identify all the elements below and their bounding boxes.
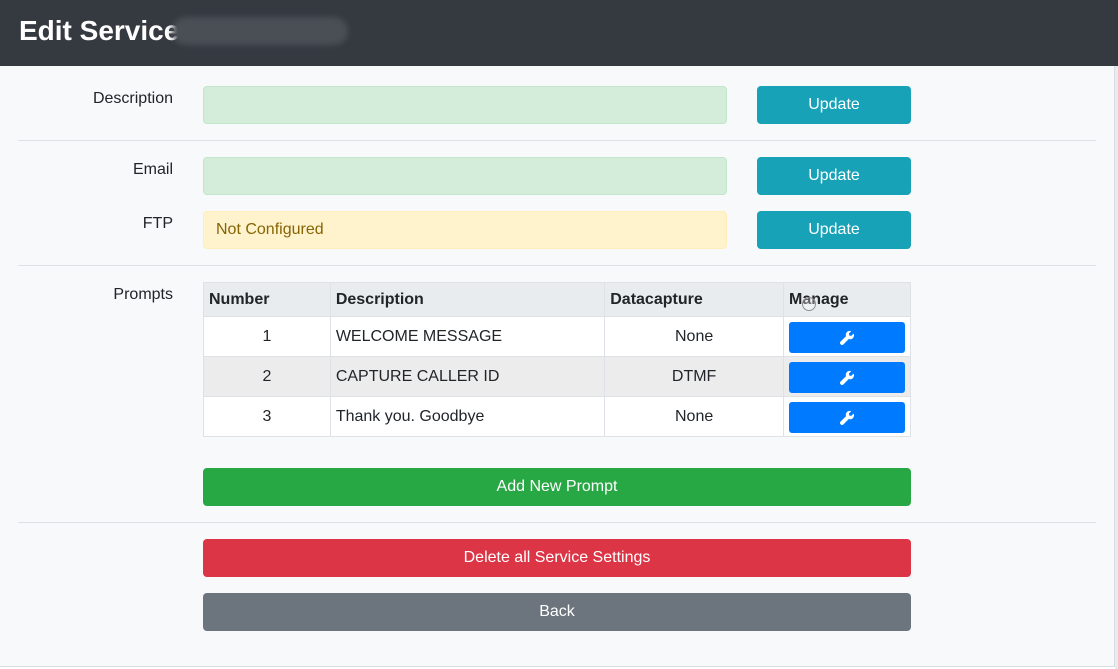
manage-cell [782, 316, 912, 357]
prompt-number: 2 [203, 356, 331, 397]
prompt-number: 1 [203, 316, 331, 357]
prompt-datacapture: None [604, 316, 784, 357]
description-label: Description [92, 90, 173, 107]
column-header-number: Number [203, 282, 331, 317]
divider [18, 140, 1096, 141]
manage-cell [782, 356, 912, 397]
email-field[interactable] [203, 157, 727, 195]
prompt-description: CAPTURE CALLER ID [329, 356, 606, 397]
page-title: Edit Service [19, 15, 180, 46]
ftp-label: FTP [142, 215, 173, 232]
mouse-cursor [802, 297, 816, 311]
add-new-prompt-button[interactable]: Add New Prompt [203, 468, 911, 506]
divider [18, 522, 1096, 523]
email-label: Email [132, 161, 173, 178]
wrench-icon [839, 370, 855, 385]
prompt-description: Thank you. Goodbye [329, 396, 606, 437]
column-header-description: Description [329, 282, 606, 317]
update-ftp-button[interactable]: Update [757, 211, 911, 249]
divider [18, 265, 1096, 266]
column-header-datacapture: Datacapture [604, 282, 784, 317]
table-row: 2 CAPTURE CALLER ID DTMF [203, 356, 912, 397]
wrench-icon [839, 330, 855, 345]
prompts-label: Prompts [113, 286, 173, 303]
manage-prompt-button[interactable] [788, 321, 905, 353]
prompt-datacapture: DTMF [604, 356, 784, 397]
update-description-button[interactable]: Update [757, 86, 911, 124]
update-email-button[interactable]: Update [757, 157, 911, 195]
prompt-number: 3 [203, 396, 331, 437]
ftp-field[interactable]: Not Configured [203, 211, 727, 249]
table-row: 3 Thank you. Goodbye None [203, 396, 912, 437]
delete-all-settings-button[interactable]: Delete all Service Settings [203, 539, 911, 577]
manage-prompt-button[interactable] [788, 401, 905, 433]
wrench-icon [839, 410, 855, 425]
prompt-description: WELCOME MESSAGE [329, 316, 606, 357]
prompt-datacapture: None [604, 396, 784, 437]
back-button[interactable]: Back [203, 593, 911, 631]
manage-prompt-button[interactable] [788, 361, 905, 393]
manage-cell [782, 396, 912, 437]
description-field[interactable] [203, 86, 727, 124]
page-header: Edit Service [0, 0, 1118, 66]
table-row: 1 WELCOME MESSAGE None [203, 316, 912, 357]
redacted-service-name [172, 17, 348, 45]
